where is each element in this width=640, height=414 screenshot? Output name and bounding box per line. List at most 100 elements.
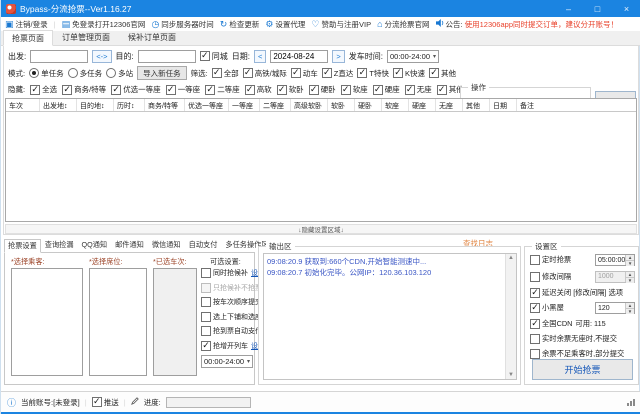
spinner[interactable]: ▲▼ <box>625 255 634 265</box>
auto-pay-checkbox[interactable]: 抢到票自动支付 <box>201 326 255 336</box>
radio-single-task[interactable]: 单任务 <box>29 68 64 79</box>
passenger-listbox[interactable] <box>11 268 83 376</box>
hide-checkbox-select-all[interactable]: 全选 <box>30 84 57 95</box>
time-range-select[interactable]: 00:00-24:00 ▾ <box>201 355 253 368</box>
menu-item-open-12306[interactable]: ▤ 免登录打开12306官网 <box>62 19 146 30</box>
tab-auto-pay[interactable]: 自动支付 <box>185 238 222 252</box>
modify-interval-row: 修改间隔 1000 ▲▼ <box>530 271 635 283</box>
tab-mail-notify[interactable]: 邮件通知 <box>111 238 148 252</box>
timed-grab-checkbox[interactable]: 定时抢票 <box>530 255 571 265</box>
hide-checkbox-high-soft[interactable]: 高软 <box>245 84 272 95</box>
prev-date-button[interactable]: < <box>254 50 266 63</box>
spin-down-icon[interactable]: ▼ <box>626 277 634 283</box>
close-button[interactable]: × <box>612 0 640 17</box>
tab-grab-settings[interactable]: 抢票设置 <box>4 239 41 253</box>
seat-listbox[interactable] <box>89 268 147 376</box>
hide-checkbox-hard-sleeper[interactable]: 硬卧 <box>309 84 336 95</box>
spin-down-icon[interactable]: ▼ <box>626 260 634 266</box>
timed-grab-time-input[interactable]: 05:00:00 ▲▼ <box>595 254 635 266</box>
blacklist-checkbox[interactable]: 小黑屋 <box>530 303 564 313</box>
start-grab-button[interactable]: 开始抢票 <box>532 359 633 380</box>
hide-checkbox-business[interactable]: 商务/特等 <box>62 84 106 95</box>
hide-checkbox-soft-sleeper[interactable]: 软卧 <box>277 84 304 95</box>
menu-item-website[interactable]: ⌂ 分流抢票官网 <box>377 19 429 30</box>
filter-checkbox-other[interactable]: 其他 <box>429 68 456 79</box>
partial-submit-checkbox[interactable]: 余票不足乘客时,部分提交 <box>530 349 624 359</box>
menu-item-login[interactable]: ▣ 注销/登录 <box>5 19 48 30</box>
grab-waitlist-checkbox[interactable]: 同时抢候补 <box>201 268 248 278</box>
scroll-up-icon[interactable]: ▲ <box>508 255 514 261</box>
berth-seat-select-checkbox[interactable]: 选上下铺和选座 <box>201 312 255 322</box>
filter-checkbox-all[interactable]: 全部 <box>212 68 239 79</box>
filter-checkbox-z-train[interactable]: Z直达 <box>322 68 354 79</box>
no-seat-skip-checkbox[interactable]: 实时余票无座时,不提交 <box>530 334 617 344</box>
submit-in-order-checkbox[interactable]: 按车次顺序提交 <box>201 297 255 307</box>
next-date-button[interactable]: > <box>332 50 344 63</box>
selected-train-listbox[interactable] <box>153 268 197 376</box>
blacklist-time-input[interactable]: 120 ▲▼ <box>595 302 635 314</box>
column-header-business[interactable]: 商务/特等 <box>145 99 185 111</box>
menu-item-proxy[interactable]: ⚙ 设置代理 <box>265 19 305 30</box>
cdn-checkbox[interactable]: 全国CDN <box>530 319 572 329</box>
log-scrollbar[interactable]: ▲ ▼ <box>505 254 516 379</box>
import-task-button[interactable]: 导入新任务 <box>137 66 187 80</box>
filter-checkbox-k-train[interactable]: K快速 <box>393 68 425 79</box>
column-header-remark[interactable]: 备注 <box>517 99 636 111</box>
delay-close-checkbox[interactable]: 延迟关闭 [修改间隔] 选项 <box>530 288 623 298</box>
filter-checkbox-t-train[interactable]: T特快 <box>357 68 389 79</box>
column-header-premium-first[interactable]: 优选一等座 <box>185 99 229 111</box>
tab-grab-page[interactable]: 抢票页面 <box>3 30 53 46</box>
column-header-second-class[interactable]: 二等座 <box>260 99 291 111</box>
from-input[interactable] <box>30 50 88 63</box>
column-header-duration[interactable]: 历时↕ <box>114 99 145 111</box>
column-header-date[interactable]: 日期 <box>490 99 517 111</box>
column-header-soft-sleeper[interactable]: 软卧 <box>328 99 355 111</box>
menu-item-check-update[interactable]: ↻ 检查更新 <box>220 19 260 30</box>
filter-checkbox-highspeed[interactable]: 高铁/城际 <box>243 68 287 79</box>
column-header-other[interactable]: 其他 <box>463 99 490 111</box>
radio-multi-task[interactable]: 多任务 <box>68 68 103 79</box>
optional-settings-list: 同时抢候补 设置 只抢候补不抢票 按车次顺序提交 选上下铺和选座 抢到票自动支付… <box>201 268 255 368</box>
menu-item-vip[interactable]: ♡ 赞助与注册VIP <box>311 19 371 30</box>
hide-settings-divider[interactable]: ↓隐藏设置区域↓ <box>5 224 637 234</box>
column-header-to[interactable]: 目的地↕ <box>77 99 114 111</box>
column-header-from[interactable]: 出发地↕ <box>40 99 77 111</box>
to-input[interactable] <box>138 50 196 63</box>
spinner[interactable]: ▲▼ <box>625 272 634 282</box>
tab-wechat-notify[interactable]: 微信通知 <box>148 238 185 252</box>
swap-stations-button[interactable]: <-> <box>92 50 111 63</box>
interval-input[interactable]: 1000 ▲▼ <box>595 271 635 283</box>
hide-checkbox-first-class[interactable]: 一等座 <box>166 84 201 95</box>
tab-qq-notify[interactable]: QQ通知 <box>78 238 112 252</box>
hide-checkbox-second-class[interactable]: 二等座 <box>205 84 240 95</box>
depart-time-select[interactable]: 00:00-24:00 ▾ <box>387 50 439 63</box>
column-header-no-seat[interactable]: 无座 <box>436 99 463 111</box>
push-checkbox[interactable]: 推送 <box>92 397 119 408</box>
extra-train-checkbox[interactable]: 抢增开列车 <box>201 341 248 351</box>
tab-query-leak[interactable]: 查询捡漏 <box>41 238 78 252</box>
radio-multi-station[interactable]: 多站 <box>106 68 133 79</box>
maximize-button[interactable]: □ <box>583 0 612 17</box>
date-input[interactable] <box>270 50 328 63</box>
hide-checkbox-premium-first[interactable]: 优选一等座 <box>111 84 161 95</box>
column-header-hard-sleeper[interactable]: 硬卧 <box>355 99 382 111</box>
hide-checkbox-no-seat[interactable]: 无座 <box>405 84 432 95</box>
tab-waitlist-order-page[interactable]: 候补订单页面 <box>119 29 185 45</box>
same-city-checkbox[interactable]: 同城 <box>200 51 228 62</box>
scroll-down-icon[interactable]: ▼ <box>508 372 514 378</box>
hide-checkbox-hard-seat[interactable]: 硬座 <box>373 84 400 95</box>
tab-order-manage-page[interactable]: 订单管理页面 <box>53 29 119 45</box>
column-header-soft-seat[interactable]: 软座 <box>382 99 409 111</box>
waitlist-only-checkbox[interactable]: 只抢候补不抢票 <box>201 283 255 293</box>
modify-interval-checkbox[interactable]: 修改间隔 <box>530 272 571 282</box>
menu-item-sync-time[interactable]: ◷ 同步服务器时间 <box>151 19 213 30</box>
spin-down-icon[interactable]: ▼ <box>626 308 634 314</box>
hide-checkbox-soft-seat[interactable]: 软座 <box>341 84 368 95</box>
spinner[interactable]: ▲▼ <box>625 303 634 313</box>
column-header-train-no[interactable]: 车次 <box>6 99 40 111</box>
column-header-hard-seat[interactable]: 硬座 <box>409 99 436 111</box>
filter-checkbox-d-train[interactable]: 动车 <box>291 68 318 79</box>
minimize-button[interactable]: – <box>554 0 583 17</box>
column-header-first-class[interactable]: 一等座 <box>229 99 260 111</box>
column-header-high-soft[interactable]: 高级软卧 <box>291 99 328 111</box>
